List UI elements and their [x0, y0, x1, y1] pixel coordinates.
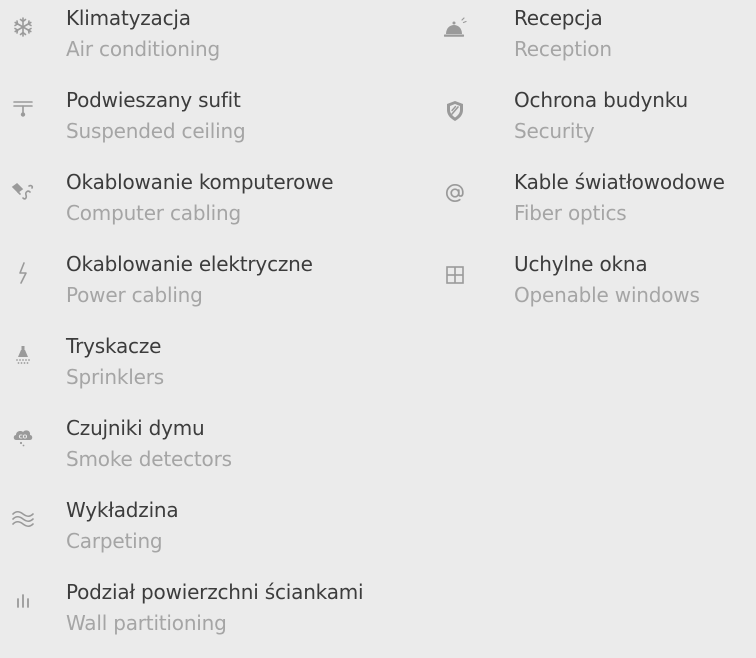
- amenities-list: Klimatyzacja Air conditioning Podwieszan…: [0, 0, 756, 646]
- amenities-column-right: Recepcja Reception Ochrona budynku Secur…: [436, 2, 756, 330]
- amenity-translation: Smoke detectors: [66, 447, 232, 471]
- amenity-translation: Suspended ceiling: [66, 119, 246, 143]
- amenity-name: Okablowanie elektryczne: [66, 252, 313, 276]
- lightning-icon: [10, 260, 36, 286]
- wavy-lines-icon: [10, 506, 36, 532]
- ceiling-lamp-icon: [10, 96, 36, 122]
- amenity-name: Tryskacze: [66, 334, 162, 358]
- at-sign-icon: [442, 180, 468, 206]
- amenity-air-conditioning: Klimatyzacja Air conditioning: [10, 2, 430, 84]
- amenity-name: Podział powierzchni ściankami: [66, 580, 364, 604]
- service-bell-icon: [442, 16, 468, 42]
- network-cable-icon: [10, 178, 36, 204]
- svg-text:CO: CO: [19, 435, 28, 441]
- amenity-security: Ochrona budynku Security: [436, 84, 756, 166]
- amenity-fiber-optics: Kable światłowodowe Fiber optics: [436, 166, 756, 248]
- amenity-name: Wykładzina: [66, 498, 179, 522]
- amenity-translation: Reception: [514, 37, 612, 61]
- amenity-name: Kable światłowodowe: [514, 170, 725, 194]
- window-icon: [442, 262, 468, 288]
- amenity-translation: Computer cabling: [66, 201, 242, 225]
- snowflake-icon: [10, 14, 36, 40]
- amenity-name: Okablowanie komputerowe: [66, 170, 334, 194]
- amenity-translation: Openable windows: [514, 283, 700, 307]
- amenity-power-cabling: Okablowanie elektryczne Power cabling: [10, 248, 430, 330]
- amenity-name: Uchylne okna: [514, 252, 648, 276]
- smoke-cloud-icon: CO: [10, 424, 36, 450]
- amenity-translation: Carpeting: [66, 529, 163, 553]
- amenities-column-left: Klimatyzacja Air conditioning Podwieszan…: [10, 2, 430, 658]
- shield-icon: [442, 98, 468, 124]
- sprinkler-icon: [10, 342, 36, 368]
- partition-bars-icon: [10, 588, 36, 614]
- amenity-name: Podwieszany sufit: [66, 88, 241, 112]
- amenity-reception: Recepcja Reception: [436, 2, 756, 84]
- amenity-suspended-ceiling: Podwieszany sufit Suspended ceiling: [10, 84, 430, 166]
- amenity-carpeting: Wykładzina Carpeting: [10, 494, 430, 576]
- amenity-name: Czujniki dymu: [66, 416, 205, 440]
- amenity-name: Ochrona budynku: [514, 88, 688, 112]
- amenity-translation: Security: [514, 119, 595, 143]
- amenity-openable-windows: Uchylne okna Openable windows: [436, 248, 756, 330]
- amenity-smoke-detectors: CO Czujniki dymu Smoke detectors: [10, 412, 430, 494]
- amenity-sprinklers: Tryskacze Sprinklers: [10, 330, 430, 412]
- amenity-name: Recepcja: [514, 6, 603, 30]
- amenity-translation: Wall partitioning: [66, 611, 227, 635]
- amenity-name: Klimatyzacja: [66, 6, 191, 30]
- amenity-translation: Power cabling: [66, 283, 203, 307]
- amenity-translation: Sprinklers: [66, 365, 164, 389]
- amenity-computer-cabling: Okablowanie komputerowe Computer cabling: [10, 166, 430, 248]
- amenity-translation: Air conditioning: [66, 37, 221, 61]
- amenity-translation: Fiber optics: [514, 201, 627, 225]
